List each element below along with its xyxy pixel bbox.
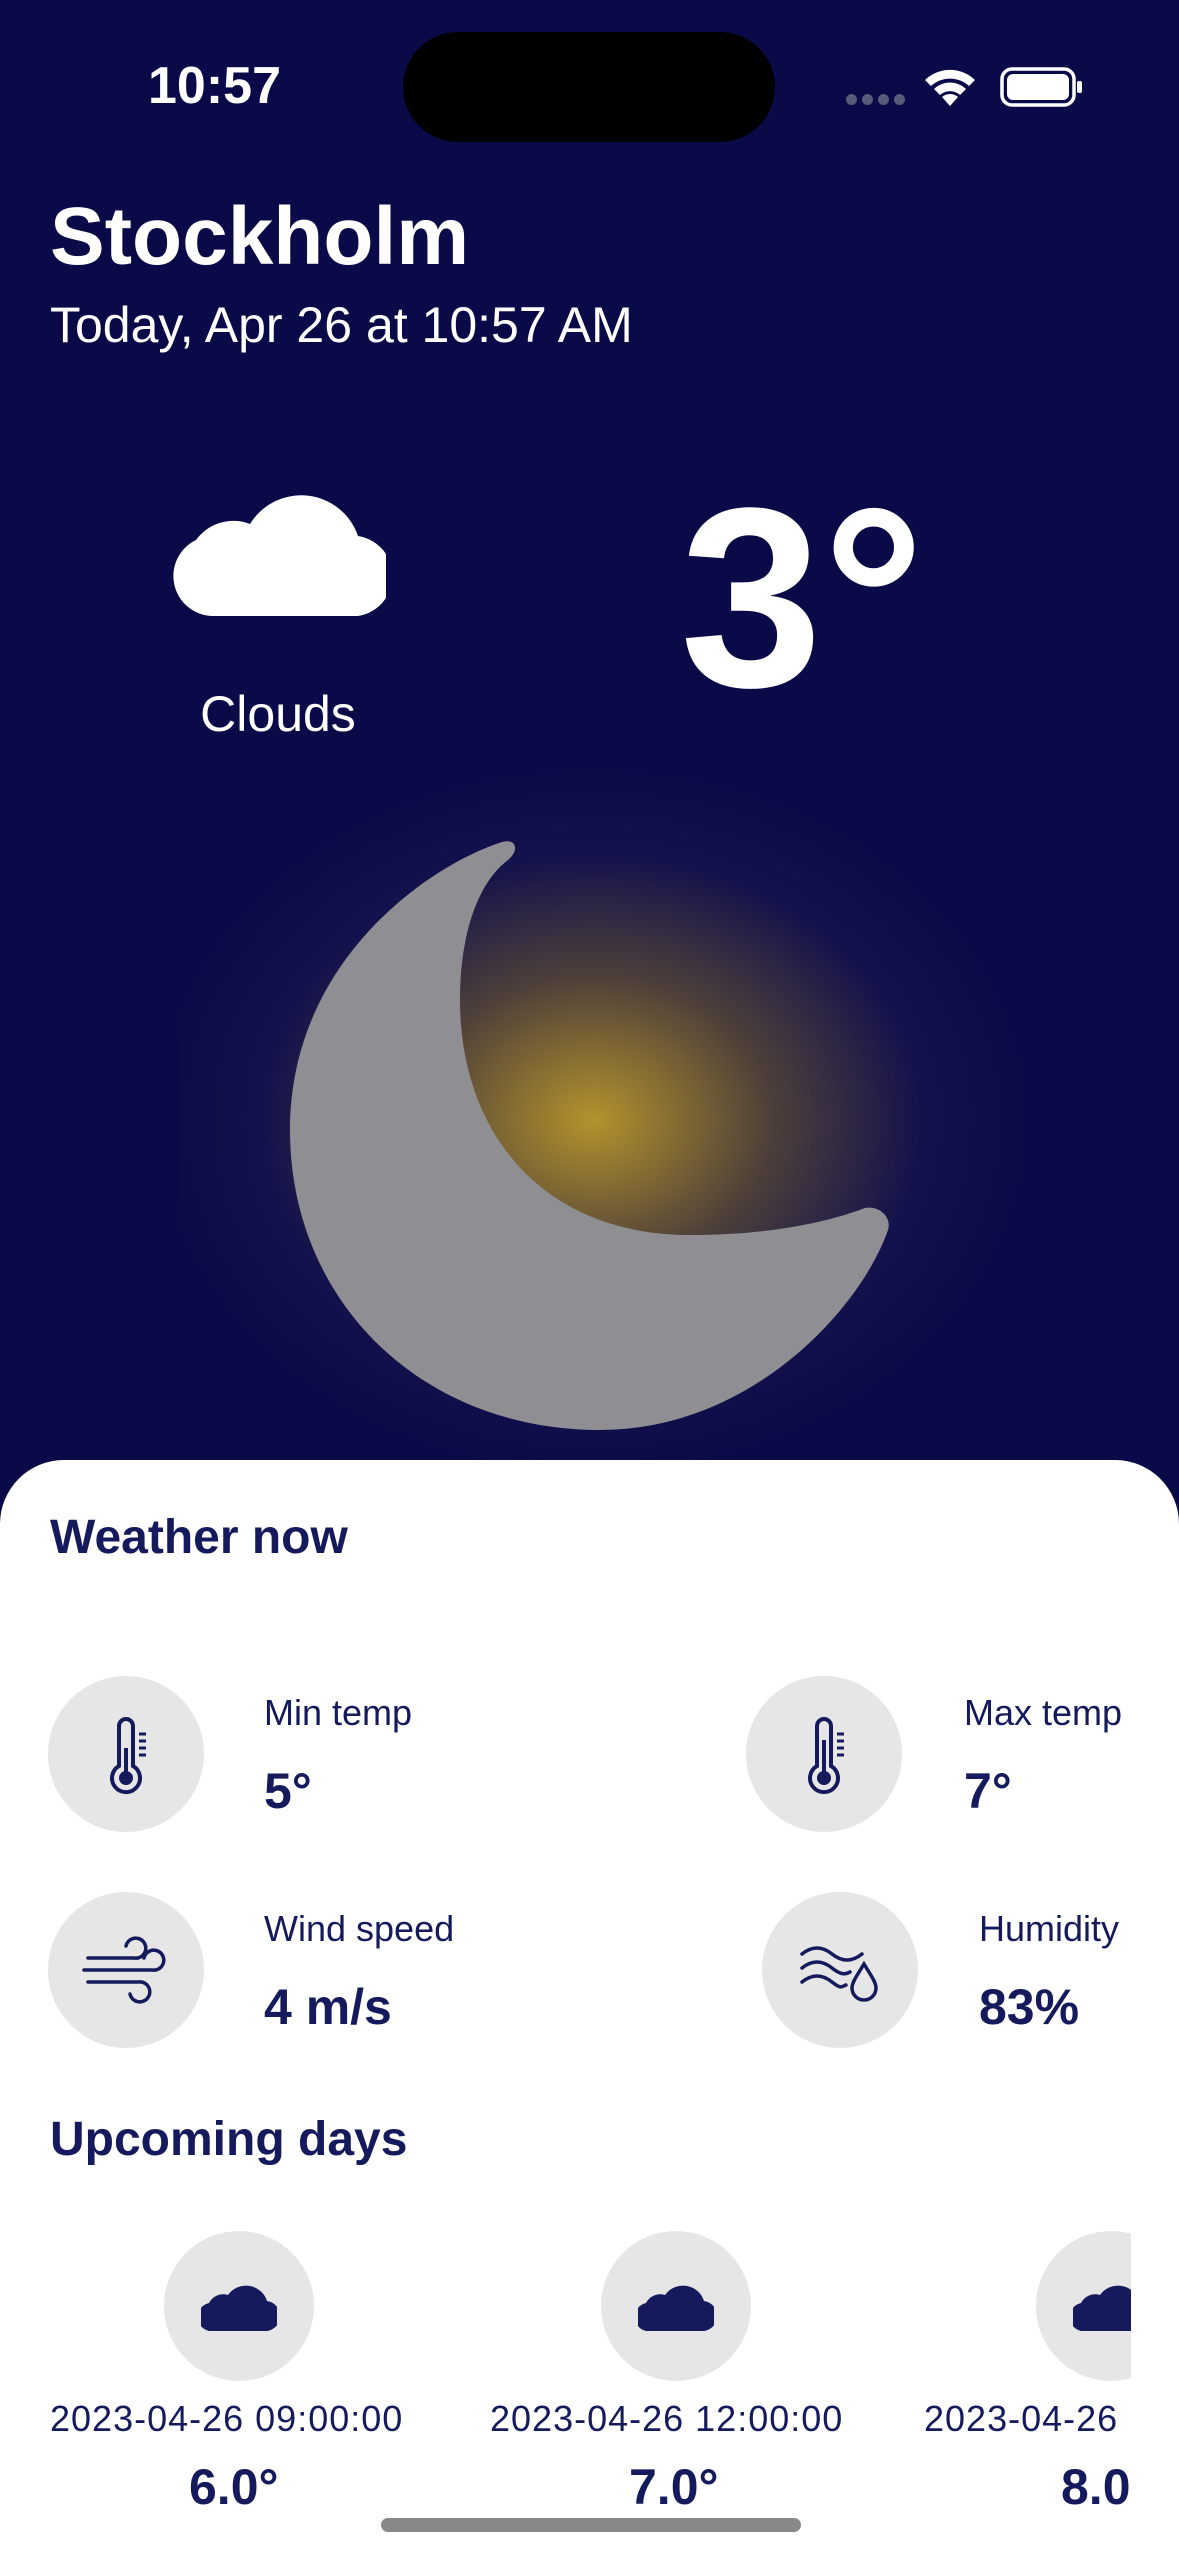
- cellular-signal-icon: [846, 94, 906, 106]
- condition-label: Clouds: [200, 686, 356, 742]
- max-temp-label: Max temp: [964, 1692, 1123, 1733]
- cloud-icon: [173, 495, 386, 616]
- humidity-icon: [800, 1946, 878, 2002]
- wind-speed-icon-circle: [48, 1892, 204, 2048]
- max-temp-icon-circle: [746, 1676, 902, 1832]
- city-title: Stockholm: [50, 191, 470, 282]
- weather-now-title: Weather now: [50, 1511, 348, 1564]
- upcoming-days-title: Upcoming days: [50, 2113, 408, 2166]
- min-temp-icon-circle: [48, 1676, 204, 1832]
- cloud-icon: [201, 2285, 277, 2331]
- thermometer-icon: [808, 1717, 844, 1795]
- battery-icon: [1000, 67, 1082, 107]
- day-3-time: 2023-04-26: [924, 2398, 1119, 2439]
- min-temp-value: 5°: [264, 1763, 312, 1819]
- day-1-icon-circle: [164, 2231, 314, 2381]
- humidity-label: Humidity: [979, 1908, 1120, 1949]
- day-1-time: 2023-04-26 09:00:00: [50, 2398, 404, 2439]
- status-time: 10:57: [148, 57, 281, 115]
- min-temp-label: Min temp: [264, 1692, 413, 1733]
- day-2-icon-circle: [601, 2231, 751, 2381]
- wind-speed-value: 4 m/s: [264, 1979, 392, 2035]
- home-indicator[interactable]: [381, 2518, 801, 2532]
- humidity-value: 83%: [979, 1979, 1080, 2035]
- thermometer-icon: [110, 1717, 146, 1795]
- max-temp-value: 7°: [964, 1763, 1012, 1819]
- wifi-icon: [925, 69, 975, 106]
- day-2-time: 2023-04-26 12:00:00: [490, 2398, 844, 2439]
- status-bar: 10:57: [0, 0, 1179, 160]
- dynamic-island: [403, 32, 775, 142]
- humidity-icon-circle: [762, 1892, 918, 2048]
- day-1-temp: 6.0°: [189, 2459, 279, 2515]
- cloud-icon: [638, 2285, 714, 2331]
- day-3-temp: 8.0: [1061, 2459, 1131, 2515]
- date-subtitle: Today, Apr 26 at 10:57 AM: [50, 297, 633, 353]
- cloud-icon: [1073, 2285, 1131, 2331]
- day-2-temp: 7.0°: [629, 2459, 719, 2515]
- wind-icon: [82, 1936, 166, 2004]
- moon-icon: [290, 841, 889, 1430]
- current-temperature: 3°: [680, 455, 925, 741]
- wind-speed-label: Wind speed: [264, 1908, 455, 1949]
